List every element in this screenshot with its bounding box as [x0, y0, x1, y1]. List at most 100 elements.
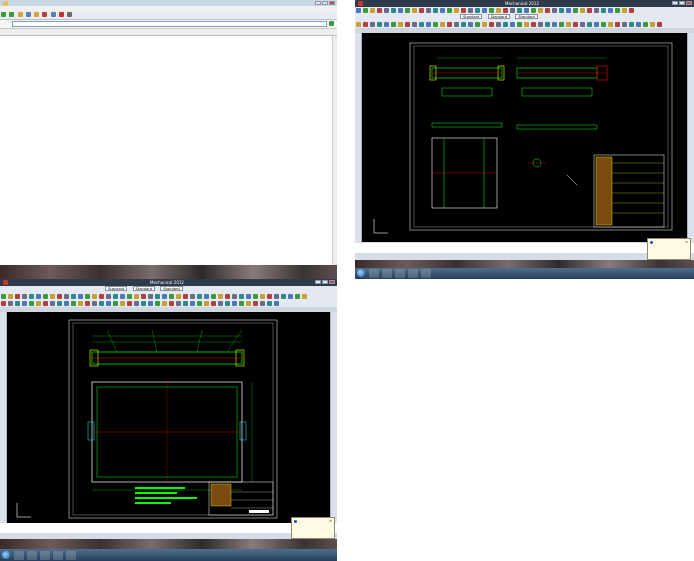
- toolbar-tool-icon[interactable]: [615, 22, 620, 27]
- toolbar-tool-icon[interactable]: [43, 301, 48, 306]
- start-button[interactable]: [357, 269, 365, 277]
- toolbar-tool-icon[interactable]: [650, 22, 655, 27]
- toolbar-tool-icon[interactable]: [510, 8, 515, 13]
- toolbar-tool-icon[interactable]: [475, 22, 480, 27]
- toolbar-tool-icon[interactable]: [566, 8, 571, 13]
- toolbar-tool-icon[interactable]: [538, 8, 543, 13]
- style-combo-3[interactable]: Standard: [160, 286, 183, 291]
- toolbar-tool-icon[interactable]: [363, 8, 368, 13]
- command-line-2[interactable]: [355, 248, 694, 253]
- toolbar-tool-icon[interactable]: [475, 8, 480, 13]
- cut-icon[interactable]: [42, 12, 48, 17]
- toolbar-tool-icon[interactable]: [573, 22, 578, 27]
- address-field[interactable]: [12, 21, 327, 27]
- toolbar-tool-icon[interactable]: [197, 301, 202, 306]
- command-line-2[interactable]: [0, 528, 337, 533]
- taskbar-app-3[interactable]: [395, 269, 405, 278]
- toolbar-tool-icon[interactable]: [1, 294, 6, 299]
- toolbar-tool-icon[interactable]: [363, 22, 368, 27]
- toolbar-tool-icon[interactable]: [99, 294, 104, 299]
- toolbar-tool-icon[interactable]: [50, 301, 55, 306]
- toolbar-tool-icon[interactable]: [8, 294, 13, 299]
- toolbar-tool-icon[interactable]: [636, 22, 641, 27]
- style-combo-2[interactable]: Standard: [132, 286, 155, 291]
- toolbar-tool-icon[interactable]: [190, 294, 195, 299]
- toolbar-tool-icon[interactable]: [50, 294, 55, 299]
- toolbar-tool-icon[interactable]: [218, 294, 223, 299]
- toolbar-tool-icon[interactable]: [176, 294, 181, 299]
- toolbar-tool-icon[interactable]: [127, 294, 132, 299]
- toolbar-tool-icon[interactable]: [29, 294, 34, 299]
- address-bar[interactable]: [0, 20, 337, 29]
- toolbar-tool-icon[interactable]: [295, 294, 300, 299]
- taskbar-app-5[interactable]: [66, 551, 76, 560]
- toolbar-tool-icon[interactable]: [246, 294, 251, 299]
- toolbar-tool-icon[interactable]: [78, 294, 83, 299]
- toolbar-tool-icon[interactable]: [43, 294, 48, 299]
- toolbar-tool-icon[interactable]: [141, 301, 146, 306]
- toolbar-tool-icon[interactable]: [162, 294, 167, 299]
- toolbar-tool-icon[interactable]: [482, 22, 487, 27]
- toolbar-tool-icon[interactable]: [629, 22, 634, 27]
- toolbar-tool-icon[interactable]: [29, 301, 34, 306]
- toolbar-tool-icon[interactable]: [531, 22, 536, 27]
- toolbar-tool-icon[interactable]: [489, 22, 494, 27]
- toolbar-tool-icon[interactable]: [183, 301, 188, 306]
- toolbar-tool-icon[interactable]: [433, 8, 438, 13]
- toolbar-tool-icon[interactable]: [461, 8, 466, 13]
- toolbar-tool-icon[interactable]: [384, 8, 389, 13]
- toolbar-tool-icon[interactable]: [503, 8, 508, 13]
- toolbar-tool-icon[interactable]: [447, 22, 452, 27]
- delete-icon[interactable]: [58, 12, 64, 17]
- toolbar-tool-icon[interactable]: [587, 22, 592, 27]
- toolbar-tool-icon[interactable]: [580, 22, 585, 27]
- search-icon[interactable]: [25, 12, 31, 17]
- toolbar-tool-icon[interactable]: [629, 8, 634, 13]
- toolbar-tool-icon[interactable]: [356, 22, 361, 27]
- toolbar-tool-icon[interactable]: [461, 22, 466, 27]
- toolbar-tool-icon[interactable]: [398, 22, 403, 27]
- toolbar-tool-icon[interactable]: [232, 294, 237, 299]
- toolbar-tool-icon[interactable]: [211, 301, 216, 306]
- toolbar-tool-icon[interactable]: [370, 8, 375, 13]
- toolbar-tool-icon[interactable]: [517, 22, 522, 27]
- toolbar-tool-icon[interactable]: [92, 301, 97, 306]
- toolbar-tool-icon[interactable]: [85, 294, 90, 299]
- toolbar-tool-icon[interactable]: [57, 301, 62, 306]
- toolbar-tool-icon[interactable]: [468, 8, 473, 13]
- toolbar-tool-icon[interactable]: [274, 301, 279, 306]
- toolbar-tool-icon[interactable]: [218, 301, 223, 306]
- toolbar-tool-icon[interactable]: [503, 22, 508, 27]
- minimize-button[interactable]: [315, 1, 321, 5]
- toolbar-tool-icon[interactable]: [92, 294, 97, 299]
- taskbar-app-5[interactable]: [421, 269, 431, 278]
- toolbar-tool-icon[interactable]: [204, 301, 209, 306]
- toolbar-tool-icon[interactable]: [267, 301, 272, 306]
- taskbar-app-3[interactable]: [40, 551, 50, 560]
- toolbar-tool-icon[interactable]: [36, 294, 41, 299]
- toolbar-tool-icon[interactable]: [608, 8, 613, 13]
- toolbar-tool-icon[interactable]: [134, 294, 139, 299]
- toolbar-tool-icon[interactable]: [99, 301, 104, 306]
- style-combo-1[interactable]: Standard: [460, 14, 483, 19]
- minimize-button[interactable]: [672, 1, 678, 5]
- toolbar-tool-icon[interactable]: [253, 294, 258, 299]
- toolbar-tool-icon[interactable]: [391, 22, 396, 27]
- cad-right-canvas[interactable]: [362, 33, 687, 242]
- toolbar-tool-icon[interactable]: [622, 22, 627, 27]
- toolbar-tool-icon[interactable]: [657, 22, 662, 27]
- toolbar-tool-icon[interactable]: [183, 294, 188, 299]
- toolbar-tool-icon[interactable]: [496, 22, 501, 27]
- toolbar-tool-icon[interactable]: [384, 22, 389, 27]
- toolbar-tool-icon[interactable]: [274, 294, 279, 299]
- toolbar-tool-icon[interactable]: [15, 301, 20, 306]
- toolbar-tool-icon[interactable]: [426, 8, 431, 13]
- toolbar-tool-icon[interactable]: [412, 8, 417, 13]
- toolbar-tool-icon[interactable]: [573, 8, 578, 13]
- toolbar-tool-icon[interactable]: [454, 22, 459, 27]
- toolbar-tool-icon[interactable]: [552, 8, 557, 13]
- toolbar-tool-icon[interactable]: [78, 301, 83, 306]
- close-icon[interactable]: ×: [685, 240, 688, 245]
- toolbar-tool-icon[interactable]: [615, 8, 620, 13]
- style-combo-1[interactable]: Standard: [105, 286, 128, 291]
